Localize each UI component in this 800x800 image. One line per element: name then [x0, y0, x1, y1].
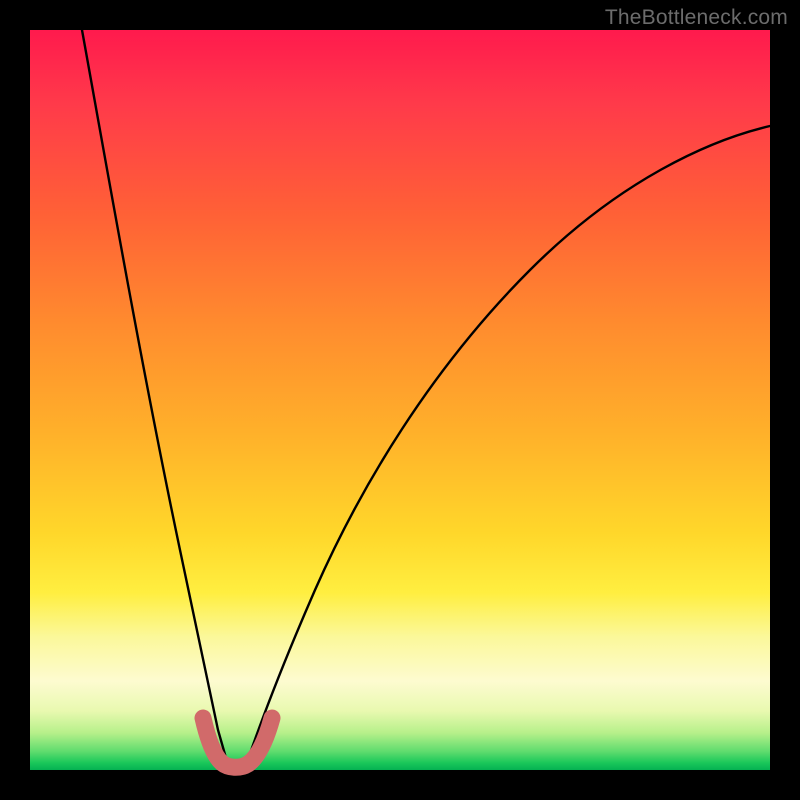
curve-left-branch — [82, 30, 228, 765]
trough-highlight — [203, 718, 272, 767]
curve-layer — [30, 30, 770, 770]
watermark-text: TheBottleneck.com — [605, 6, 788, 30]
curve-right-branch — [246, 126, 770, 765]
chart-frame: TheBottleneck.com — [0, 0, 800, 800]
plot-area — [30, 30, 770, 770]
